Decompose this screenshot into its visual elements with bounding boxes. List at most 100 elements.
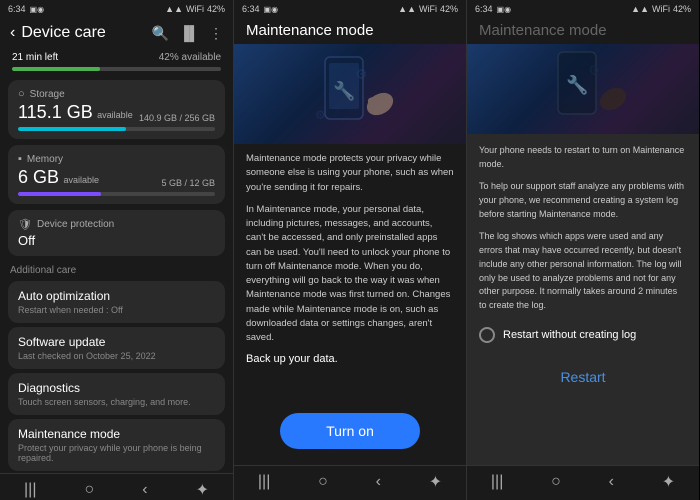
maintenance-mode-title: Maintenance mode [18,427,215,441]
auto-optimization-sub: Restart when needed : Off [18,305,215,315]
memory-row: 6 GB available 5 GB / 12 GB [18,167,215,188]
panel2-body: Maintenance mode protects your privacy w… [234,144,466,413]
nav-extra-icon-3[interactable]: ✦ [662,472,675,492]
storage-row: 115.1 GB available 140.9 GB / 256 GB [18,102,215,123]
memory-unit: available [63,175,99,185]
status-time-2: 6:34 ▣◉ [242,4,278,14]
nav-extra-icon-1[interactable]: ✦ [196,480,209,500]
svg-text:⚙: ⚙ [315,108,326,122]
memory-icon: ▪ [18,153,22,165]
auto-optimization-title: Auto optimization [18,289,215,303]
panel2-title: Maintenance mode [246,22,374,39]
battery-time-left: 21 min left [12,52,58,63]
bar-chart-icon-1[interactable]: ▐▌ [179,25,199,42]
storage-icon: ○ [18,88,25,100]
nav-home-icon-2[interactable]: ○ [318,473,328,491]
bottom-nav-3: ||| ○ ‹ ✦ [467,465,699,500]
memory-title: ▪ Memory [18,153,215,165]
header-icons-1: 🔍 ▐▌ ⋮ [152,25,223,42]
panel3-title: Maintenance mode [479,22,607,39]
device-protection-row: Off [18,233,215,248]
restart-button[interactable]: Restart [479,359,687,395]
memory-progress-bg [18,192,215,196]
illustration-overlay: 🔧 ⚙ ⚙ [234,44,466,144]
search-icon-1[interactable]: 🔍 [152,25,169,42]
storage-value-group: 115.1 GB available [18,102,133,123]
panel1-header: ‹ Device care 🔍 ▐▌ ⋮ [0,16,233,48]
turn-on-button[interactable]: Turn on [280,413,420,449]
battery-2: 42% [440,4,458,14]
maintenance-mode-sub: Protect your privacy while your phone is… [18,443,215,463]
panel2-header: Maintenance mode [234,16,466,44]
nav-recent-icon-1[interactable]: ||| [24,481,36,499]
wifi-icon-1: WiFi [186,4,204,14]
memory-card[interactable]: ▪ Memory 6 GB available 5 GB / 12 GB [8,145,225,204]
list-item-software-update[interactable]: Software update Last checked on October … [8,327,225,369]
status-right-3: ▲▲ WiFi 42% [631,4,691,14]
list-item-diagnostics[interactable]: Diagnostics Touch screen sensors, chargi… [8,373,225,415]
time-1: 6:34 [8,4,26,14]
nav-recent-icon-3[interactable]: ||| [491,473,503,491]
svg-text:🔧: 🔧 [566,74,588,95]
panel3-para-1: Your phone needs to restart to turn on M… [479,144,687,172]
storage-progress-bg [18,127,215,131]
wifi-icon-3: WiFi [652,4,670,14]
back-button-1[interactable]: ‹ [10,24,15,42]
storage-label: Storage [30,89,65,100]
maintenance-illustration: 🔧 ⚙ ⚙ [234,44,466,144]
diagnostics-sub: Touch screen sensors, charging, and more… [18,397,215,407]
storage-progress-fill [18,127,126,131]
battery-row: 21 min left 42% available [0,48,233,65]
software-update-title: Software update [18,335,215,349]
status-bar-2: 6:34 ▣◉ ▲▲ WiFi 42% [234,0,466,16]
storage-value: 115.1 GB [18,102,93,122]
memory-value: 6 GB [18,167,59,187]
list-item-auto-optimization[interactable]: Auto optimization Restart when needed : … [8,281,225,323]
storage-card[interactable]: ○ Storage 115.1 GB available 140.9 GB / … [8,80,225,139]
status-bar-1: 6:34 ▣◉ ▲▲ WiFi 42% [0,0,233,16]
shield-icon: 🛡 [18,218,32,231]
nav-back-icon-2[interactable]: ‹ [376,473,381,491]
device-protection-card[interactable]: 🛡 Device protection Off [8,210,225,256]
nav-recent-icon-2[interactable]: ||| [258,473,270,491]
restart-without-log-option[interactable]: Restart without creating log [479,321,687,349]
panel-device-care: 6:34 ▣◉ ▲▲ WiFi 42% ‹ Device care 🔍 ▐▌ ⋮… [0,0,233,500]
restart-no-log-label: Restart without creating log [503,329,636,341]
status-icons-1: ▣◉ [30,5,45,14]
restart-illustration: 🔧 ⚙ [467,44,699,134]
time-2: 6:34 [242,4,260,14]
wifi-icon-2: WiFi [419,4,437,14]
status-icons-3: ▣◉ [497,5,512,14]
status-icons-2: ▣◉ [264,5,279,14]
nav-back-icon-3[interactable]: ‹ [609,473,614,491]
svg-text:⚙: ⚙ [588,62,601,78]
storage-title: ○ Storage [18,88,215,100]
svg-text:⚙: ⚙ [355,66,368,82]
battery-3: 42% [673,4,691,14]
backup-notice: Back up your data. [246,353,454,365]
nav-home-icon-1[interactable]: ○ [85,481,95,499]
bottom-nav-1: ||| ○ ‹ ✦ [0,473,233,500]
panel3-para-2: To help our support staff analyze any pr… [479,180,687,222]
battery-percent-right: 42% available [159,52,221,63]
battery-1: 42% [207,4,225,14]
nav-extra-icon-2[interactable]: ✦ [429,472,442,492]
device-protection-title: 🛡 Device protection [18,218,215,231]
battery-progress-bg [12,67,221,71]
time-3: 6:34 [475,4,493,14]
panel1-title: Device care [21,24,145,42]
radio-button-restart-no-log[interactable] [479,327,495,343]
nav-home-icon-3[interactable]: ○ [551,473,561,491]
turn-on-section: Turn on [234,413,466,465]
list-item-maintenance-mode[interactable]: Maintenance mode Protect your privacy wh… [8,419,225,471]
software-update-sub: Last checked on October 25, 2022 [18,351,215,361]
nav-back-icon-1[interactable]: ‹ [142,481,147,499]
restart-illustration-overlay: 🔧 ⚙ [467,44,699,134]
panel-maintenance-mode: 6:34 ▣◉ ▲▲ WiFi 42% Maintenance mode 🔧 [233,0,466,500]
status-time-1: 6:34 ▣◉ [8,4,44,14]
panel-restart-maintenance: 6:34 ▣◉ ▲▲ WiFi 42% Maintenance mode 🔧 ⚙… [466,0,699,500]
maintenance-para-2: In Maintenance mode, your personal data,… [246,203,454,346]
bottom-nav-2: ||| ○ ‹ ✦ [234,465,466,500]
signal-icon-1: ▲▲ [165,4,183,14]
more-icon-1[interactable]: ⋮ [209,25,223,42]
